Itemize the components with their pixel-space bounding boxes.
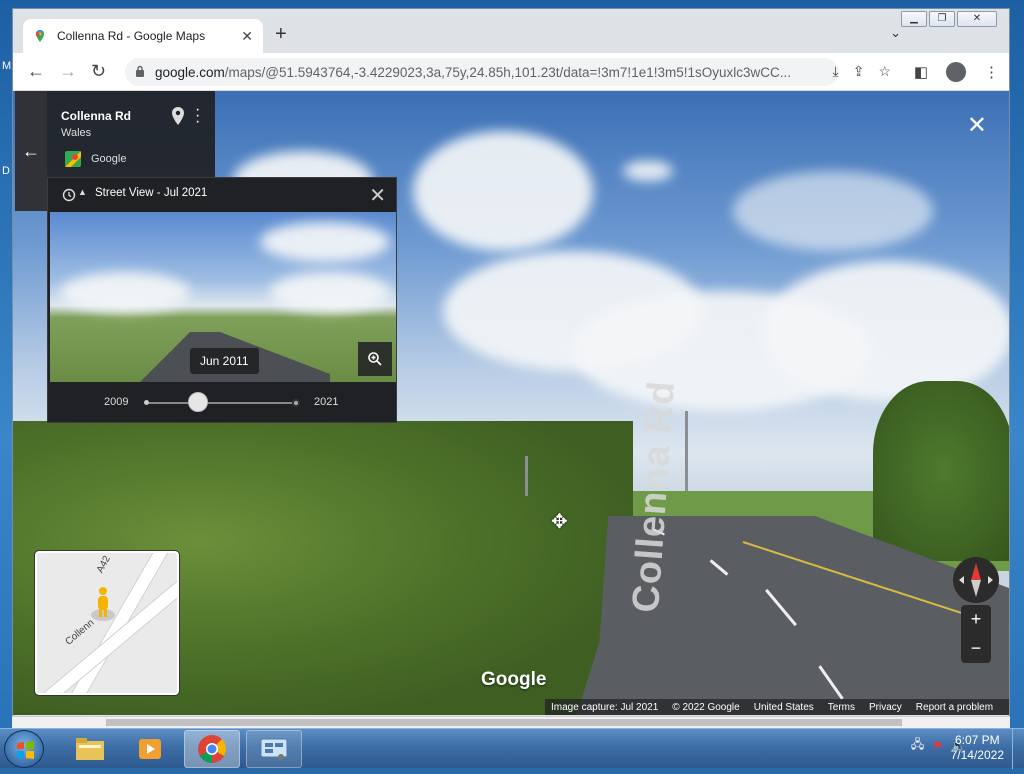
time-travel-title: Street View - Jul 2021: [95, 187, 208, 199]
folder-icon: [76, 738, 104, 760]
history-clock-icon[interactable]: [62, 188, 76, 202]
action-center-flag-icon[interactable]: ⚑: [932, 739, 943, 753]
timeline-handle[interactable]: [187, 392, 208, 412]
cloud: [623, 161, 673, 181]
google-maps-favicon-icon: [36, 30, 44, 42]
time-travel-panel: ▲ Street View - Jul 2021 ✕ Jun 2011 2009: [47, 177, 397, 423]
bookmark-star-icon[interactable]: ☆: [878, 63, 891, 80]
browser-menu-icon[interactable]: ⋮: [984, 63, 999, 81]
profile-avatar-icon[interactable]: [946, 62, 966, 82]
taskbar-file-explorer[interactable]: [62, 730, 118, 768]
show-desktop-button[interactable]: [1012, 729, 1024, 769]
taskbar-control-panel[interactable]: [246, 730, 302, 768]
clock-time: 6:07 PM: [954, 733, 1000, 747]
historical-preview-image[interactable]: Jun 2011: [50, 212, 396, 382]
address-bar[interactable]: google.com/maps/@51.5943764,-3.4229023,3…: [125, 58, 839, 86]
network-icon[interactable]: 🖧: [911, 735, 924, 756]
close-street-view-icon[interactable]: ✕: [967, 111, 987, 140]
new-tab-button[interactable]: +: [275, 23, 287, 46]
trees: [873, 381, 1009, 561]
timeline-slider: 2009 2021: [48, 384, 396, 424]
cloud: [60, 272, 190, 312]
source-label: Google: [91, 153, 127, 165]
clock-date: 7/14/2022: [950, 748, 1004, 762]
start-button[interactable]: [4, 730, 44, 768]
url-path: /maps/@51.5943764,-3.4229023,3a,75y,24.8…: [224, 64, 791, 80]
pin-icon[interactable]: [171, 107, 185, 125]
timeline-track[interactable]: [148, 402, 298, 404]
caret-up-icon[interactable]: ▲: [78, 187, 87, 197]
taskbar: 🖧 ⚑ 🔈 6:07 PM 7/14/2022: [0, 728, 1024, 769]
place-subtitle: Wales: [61, 127, 92, 139]
zoom-in-button[interactable]: +: [961, 605, 991, 634]
street-lamp: [685, 411, 688, 491]
street-view-viewport[interactable]: Collenna Rd ← Collenna Rd Wales · · · Goog…: [13, 91, 1009, 715]
tab-search-chevron-icon[interactable]: ⌄: [890, 25, 901, 41]
more-vert-icon[interactable]: · · ·: [195, 102, 200, 130]
scrollbar-thumb[interactable]: [106, 719, 902, 726]
compass-icon[interactable]: [953, 557, 999, 603]
cloud: [413, 131, 593, 251]
close-icon[interactable]: ✕: [369, 183, 386, 208]
street-lamp: [525, 456, 528, 496]
copyright: © 2022 Google: [672, 701, 740, 713]
terms-link[interactable]: Terms: [828, 702, 855, 713]
mini-map[interactable]: A42 Collenn: [34, 550, 180, 696]
desktop-icon-label[interactable]: D: [2, 165, 10, 177]
lock-icon: [136, 65, 144, 77]
chrome-icon: [198, 735, 226, 763]
horizontal-scrollbar[interactable]: [12, 716, 1010, 728]
image-capture-date: Image capture: Jul 2021: [551, 701, 659, 713]
google-maps-icon: [65, 151, 81, 167]
cloud: [763, 261, 1009, 401]
preview-date-tooltip: Jun 2011: [190, 348, 259, 374]
system-clock[interactable]: 6:07 PM 7/14/2022: [951, 733, 1004, 763]
zoom-controls: + −: [961, 605, 991, 663]
tab-close-icon[interactable]: ✕: [241, 28, 253, 45]
forward-arrow-icon[interactable]: →: [59, 61, 77, 82]
timeline-end-dot[interactable]: [292, 399, 300, 407]
timeline-start-year: 2009: [104, 396, 129, 408]
windows-logo-icon: [17, 741, 34, 759]
desktop-icon-label[interactable]: M: [2, 60, 11, 72]
report-problem-link[interactable]: Report a problem: [916, 702, 993, 713]
control-panel-icon: [260, 738, 288, 760]
place-title: Collenna Rd: [61, 109, 132, 123]
taskbar-media-player[interactable]: [122, 730, 178, 768]
side-panel-icon[interactable]: ◧: [914, 63, 928, 81]
browser-window: ▁ ❐ ✕ Collenna Rd - Google Maps ✕ + ⌄ ← …: [12, 8, 1010, 728]
timeline-end-year: 2021: [314, 396, 339, 408]
timeline-start-dot[interactable]: [144, 400, 149, 405]
back-arrow-icon[interactable]: ←: [27, 61, 45, 82]
browser-toolbar: ← → ↻ google.com/maps/@51.5943764,-3.422…: [13, 53, 1009, 91]
mini-map-label: A42: [94, 554, 113, 575]
google-logo: Google: [481, 669, 547, 690]
back-arrow-icon[interactable]: ←: [15, 91, 47, 211]
zoom-preview-icon[interactable]: [358, 342, 392, 376]
install-app-icon[interactable]: ⤓: [833, 63, 839, 80]
taskbar-chrome[interactable]: [184, 730, 240, 768]
media-player-icon: [139, 739, 161, 759]
tab-title: Collenna Rd - Google Maps: [57, 29, 206, 43]
omnibox-actions: ⤓ ⇪ ☆: [833, 63, 892, 80]
tab-google-maps[interactable]: Collenna Rd - Google Maps ✕: [23, 19, 263, 53]
cloud: [270, 272, 390, 312]
tab-bar: Collenna Rd - Google Maps ✕ + ⌄: [13, 9, 1009, 53]
cloud: [733, 171, 933, 251]
attribution-footer: Image capture: Jul 2021 © 2022 Google Un…: [545, 699, 1009, 715]
cloud: [260, 222, 390, 262]
move-cursor-icon: ✥: [551, 511, 568, 533]
url-host: google.com: [155, 64, 225, 80]
time-travel-header: ▲ Street View - Jul 2021 ✕: [48, 178, 396, 212]
share-icon[interactable]: ⇪: [853, 63, 865, 80]
region-link[interactable]: United States: [754, 702, 814, 713]
toolbar-right: ◧ ⋮: [914, 62, 999, 82]
reload-icon[interactable]: ↻: [91, 61, 106, 82]
privacy-link[interactable]: Privacy: [869, 702, 902, 713]
zoom-out-button[interactable]: −: [961, 634, 991, 663]
pegman-icon: [91, 587, 115, 621]
